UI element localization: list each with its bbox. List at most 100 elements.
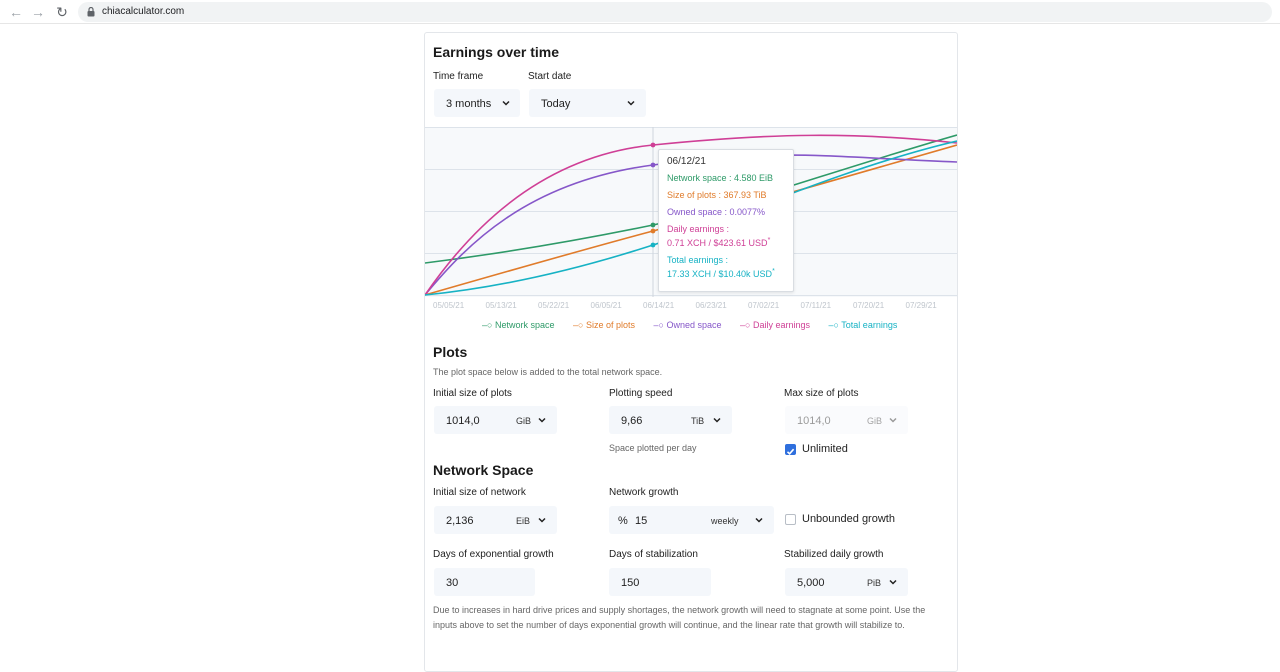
tooltip-network-space: Network space : 4.580 EiB	[667, 173, 774, 183]
plotting-speed-value: 9,66	[621, 415, 643, 427]
stab-days-value: 150	[621, 577, 640, 589]
initial-network-input[interactable]: 2,136 EiB	[434, 506, 557, 534]
network-growth-input[interactable]: % 15 weekly	[609, 506, 774, 534]
startdate-value: Today	[541, 98, 571, 110]
address-bar[interactable]: chiacalculator.com	[78, 2, 1272, 22]
x-tick-label: 07/11/21	[801, 301, 832, 310]
stab-days-input[interactable]: 150	[609, 568, 711, 596]
tooltip-daily-earnings-value: 0.71 XCH / $423.61 USD	[667, 238, 768, 248]
plotting-speed-label: Plotting speed	[609, 388, 673, 399]
plots-title: Plots	[433, 344, 468, 360]
url-text: chiacalculator.com	[102, 6, 185, 17]
plotting-speed-unit[interactable]: TiB	[691, 416, 704, 426]
tooltip-total-earnings-value: 17.33 XCH / $10.40k USD	[667, 269, 773, 279]
x-tick-label: 05/22/21	[538, 301, 570, 310]
x-tick-label: 06/14/21	[643, 301, 675, 310]
unbounded-checkbox[interactable]	[785, 514, 796, 525]
legend-size-of-plots[interactable]: –○ Size of plots	[573, 320, 643, 330]
speed-subtext: Space plotted per day	[609, 443, 697, 453]
max-plots-unit[interactable]: GiB	[867, 416, 882, 426]
x-tick-label: 05/05/21	[433, 301, 465, 310]
startdate-select[interactable]: Today	[529, 89, 646, 117]
max-plots-input[interactable]: 1014,0 GiB	[785, 406, 908, 434]
unlimited-checkbox[interactable]	[785, 444, 796, 455]
max-plots-label: Max size of plots	[784, 388, 859, 399]
forward-arrow-icon[interactable]: →	[30, 4, 46, 20]
percent-prefix: %	[618, 515, 628, 527]
tooltip-asterisk: *	[772, 268, 775, 275]
x-tick-label: 07/29/21	[906, 301, 938, 310]
check-icon	[786, 448, 795, 455]
chart-legend: –○ Network space –○ Size of plots –○ Own…	[482, 320, 912, 332]
timeframe-label: Time frame	[433, 71, 484, 82]
hover-point	[650, 222, 656, 228]
initial-plots-label: Initial size of plots	[433, 388, 512, 399]
legend-owned-space[interactable]: –○ Owned space	[654, 320, 730, 330]
stab-growth-label: Stabilized daily growth	[784, 549, 884, 560]
initial-network-label: Initial size of network	[433, 487, 526, 498]
unbounded-label[interactable]: Unbounded growth	[802, 513, 895, 525]
x-tick-label: 07/02/21	[748, 301, 780, 310]
calculator-card: Earnings over time Time frame Start date…	[424, 32, 958, 672]
exp-days-input[interactable]: 30	[434, 568, 535, 596]
stab-growth-unit[interactable]: PiB	[867, 578, 881, 588]
tooltip-owned-space: Owned space : 0.0077%	[667, 207, 766, 217]
legend-label: Owned space	[666, 320, 722, 330]
initial-plots-value: 1014,0	[446, 415, 480, 427]
stab-growth-input[interactable]: 5,000 PiB	[785, 568, 908, 596]
timeframe-value: 3 months	[446, 98, 492, 110]
legend-label: Total earnings	[841, 320, 898, 330]
exp-days-value: 30	[446, 577, 459, 589]
initial-network-unit[interactable]: EiB	[516, 516, 530, 526]
legend-network-space[interactable]: –○ Network space	[482, 320, 562, 330]
growth-period-select[interactable]: weekly	[711, 516, 739, 526]
timeframe-select[interactable]: 3 months	[434, 89, 520, 117]
tooltip-daily-earnings-label: Daily earnings :	[667, 224, 730, 234]
unlimited-label[interactable]: Unlimited	[802, 443, 848, 455]
exp-days-label: Days of exponential growth	[433, 549, 554, 560]
legend-label: Daily earnings	[752, 320, 810, 330]
x-tick-label: 07/20/21	[853, 301, 885, 310]
initial-plots-unit[interactable]: GiB	[516, 416, 531, 426]
plots-description: The plot space below is added to the tot…	[433, 367, 663, 377]
hover-point	[650, 142, 656, 148]
network-title: Network Space	[433, 462, 534, 478]
reload-icon[interactable]: ↻	[54, 4, 70, 20]
back-arrow-icon[interactable]: ←	[8, 4, 24, 20]
legend-total-earnings[interactable]: –○ Total earnings	[829, 320, 906, 330]
tooltip-date: 06/12/21	[667, 156, 706, 167]
chevron-down-icon	[502, 100, 510, 106]
network-growth-label: Network growth	[609, 487, 679, 498]
chevron-down-icon	[889, 417, 897, 423]
initial-plots-input[interactable]: 1014,0 GiB	[434, 406, 557, 434]
max-plots-value: 1014,0	[797, 415, 831, 427]
network-growth-value: 15	[635, 515, 648, 527]
hover-point	[650, 228, 656, 234]
chevron-down-icon	[713, 417, 721, 423]
tooltip-daily-earnings-row: 0.71 XCH / $423.61 USD*	[667, 237, 785, 248]
x-tick-label: 06/23/21	[696, 301, 728, 310]
chevron-down-icon	[538, 417, 546, 423]
stab-days-label: Days of stabilization	[609, 549, 698, 560]
tooltip-asterisk: *	[767, 237, 771, 244]
legend-daily-earnings[interactable]: –○ Daily earnings	[740, 320, 818, 330]
lock-icon	[87, 7, 95, 17]
earnings-title: Earnings over time	[433, 44, 560, 60]
legend-label: Size of plots	[585, 320, 635, 330]
chevron-down-icon	[755, 517, 763, 523]
chart-tooltip: 06/12/21 Network space : 4.580 EiB Size …	[658, 149, 794, 292]
stab-growth-value: 5,000	[797, 577, 825, 589]
tooltip-total-earnings-row: 17.33 XCH / $10.40k USD*	[667, 268, 785, 279]
hover-point	[650, 162, 656, 168]
plotting-speed-input[interactable]: 9,66 TiB	[609, 406, 732, 434]
startdate-label: Start date	[528, 71, 572, 82]
legend-label: Network space	[494, 320, 555, 330]
x-tick-label: 05/13/21	[486, 301, 518, 310]
network-note: Due to increases in hard drive prices an…	[433, 605, 926, 630]
chevron-down-icon	[627, 100, 635, 106]
tooltip-size-of-plots: Size of plots : 367.93 TiB	[667, 190, 767, 200]
hover-point	[650, 242, 656, 248]
x-tick-label: 06/05/21	[591, 301, 623, 310]
tooltip-total-earnings-label: Total earnings :	[667, 255, 729, 265]
initial-network-value: 2,136	[446, 515, 474, 527]
